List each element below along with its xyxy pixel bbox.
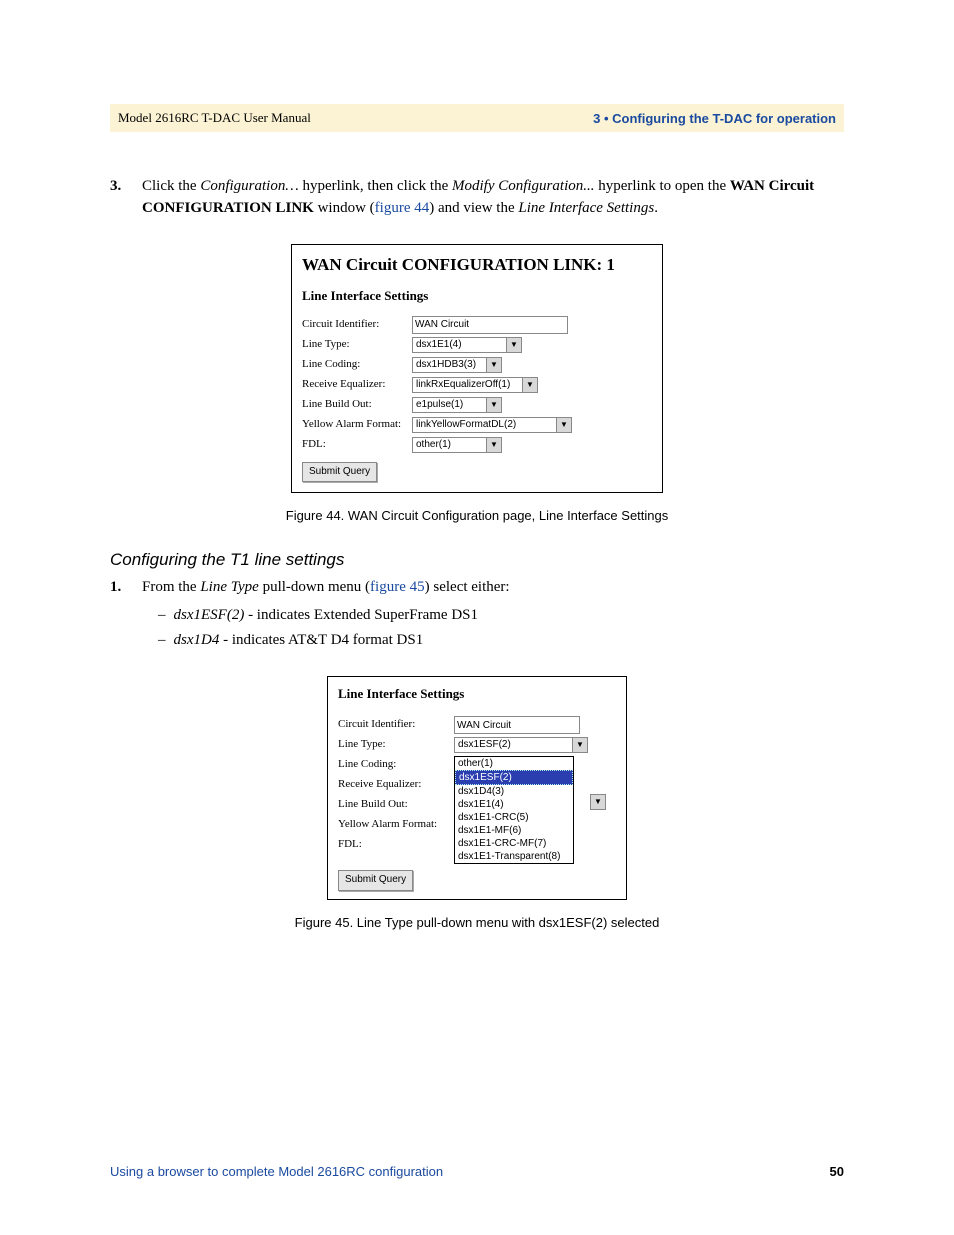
chevron-down-icon: ▼ [522, 378, 537, 392]
dropdown-option[interactable]: dsx1E1-MF(6) [455, 824, 573, 837]
chevron-down-icon: ▼ [572, 738, 587, 752]
option-term: dsx1D4 [174, 632, 220, 648]
figure-45: Line Interface Settings Circuit Identifi… [110, 676, 844, 932]
list-item: – dsx1ESF(2) - indicates Extended SuperF… [158, 605, 844, 627]
dropdown-option[interactable]: dsx1E1-CRC(5) [455, 811, 573, 824]
header-right: 3 • Configuring the T-DAC for operation [593, 111, 836, 126]
text: ) select either: [425, 579, 510, 595]
dropdown-option[interactable]: dsx1D4(3) [455, 785, 573, 798]
receive-equalizer-select[interactable]: linkRxEqualizerOff(1) ▼ [412, 377, 538, 393]
chevron-down-icon: ▼ [506, 338, 521, 352]
chevron-down-icon: ▼ [486, 358, 501, 372]
step-3: 3. Click the Configuration… hyperlink, t… [110, 176, 844, 220]
dash: – [158, 605, 166, 627]
line-type-label: Line Type: [302, 337, 412, 353]
select-value: other(1) [413, 438, 454, 453]
option-desc: - indicates AT&T D4 format DS1 [219, 632, 423, 648]
text: hyperlink, then click the [299, 178, 452, 194]
fdl-select[interactable]: other(1) ▼ [412, 437, 502, 453]
fdl-label: FDL: [302, 437, 412, 453]
dropdown-option[interactable]: dsx1E1-Transparent(8) [455, 850, 573, 863]
page-number: 50 [830, 1164, 844, 1179]
submit-query-button[interactable]: Submit Query [338, 870, 413, 891]
list-item: – dsx1D4 - indicates AT&T D4 format DS1 [158, 630, 844, 652]
select-value: dsx1HDB3(3) [413, 358, 479, 373]
figure-44-caption: Figure 44. WAN Circuit Configuration pag… [286, 507, 669, 526]
select-value: dsx1ESF(2) [455, 738, 514, 753]
t1-options-list: – dsx1ESF(2) - indicates Extended SuperF… [158, 605, 844, 653]
yellow-alarm-format-select[interactable]: linkYellowFormatDL(2) ▼ [412, 417, 572, 433]
line-coding-label: Line Coding: [302, 357, 412, 373]
select-value: e1pulse(1) [413, 398, 466, 413]
section-name: Line Interface Settings [518, 200, 654, 216]
receive-equalizer-label: Receive Equalizer: [338, 777, 448, 793]
config-hyperlink-name: Configuration… [200, 178, 298, 194]
line-build-out-select[interactable]: e1pulse(1) ▼ [412, 397, 502, 413]
step-3-text: Click the Configuration… hyperlink, then… [142, 176, 844, 220]
t1-step-1-text: From the Line Type pull-down menu (figur… [142, 577, 510, 599]
footer-left: Using a browser to complete Model 2616RC… [110, 1164, 443, 1179]
figure-45-ref[interactable]: figure 45 [370, 579, 425, 595]
config-box-subtitle: Line Interface Settings [338, 685, 618, 704]
option-desc: - indicates Extended SuperFrame DS1 [244, 607, 478, 623]
text: From the [142, 579, 200, 595]
dropdown-option[interactable]: dsx1E1-CRC-MF(7) [455, 837, 573, 850]
dropdown-option-selected[interactable]: dsx1ESF(2) [455, 770, 573, 785]
line-type-select[interactable]: dsx1ESF(2) ▼ [454, 737, 588, 753]
line-type-label: Line Type: [338, 737, 448, 753]
wan-circuit-config-box: WAN Circuit CONFIGURATION LINK: 1 Line I… [291, 244, 663, 494]
line-type-select[interactable]: dsx1E1(4) ▼ [412, 337, 522, 353]
select-value: dsx1E1(4) [413, 338, 465, 353]
circuit-id-input[interactable] [454, 716, 580, 734]
select-value: linkYellowFormatDL(2) [413, 418, 519, 433]
yellow-alarm-format-label: Yellow Alarm Format: [338, 817, 448, 833]
step-number: 1. [110, 577, 130, 599]
line-coding-select[interactable]: dsx1HDB3(3) ▼ [412, 357, 502, 373]
dropdown-option[interactable]: dsx1E1(4) [455, 798, 573, 811]
figure-44-ref[interactable]: figure 44 [375, 200, 430, 216]
config-box-title: WAN Circuit CONFIGURATION LINK: 1 [302, 253, 652, 278]
text: Click the [142, 178, 200, 194]
receive-equalizer-label: Receive Equalizer: [302, 377, 412, 393]
circuit-id-input[interactable] [412, 316, 568, 334]
chevron-down-icon: ▼ [556, 418, 571, 432]
chevron-down-icon: ▼ [486, 398, 501, 412]
line-build-out-label: Line Build Out: [338, 797, 448, 813]
page-footer: Using a browser to complete Model 2616RC… [110, 1164, 844, 1179]
submit-query-button[interactable]: Submit Query [302, 462, 377, 483]
text: window ( [314, 200, 375, 216]
line-build-out-label: Line Build Out: [302, 397, 412, 413]
text: hyperlink to open the [594, 178, 729, 194]
page-header: Model 2616RC T-DAC User Manual 3 • Confi… [110, 104, 844, 132]
figure-44: WAN Circuit CONFIGURATION LINK: 1 Line I… [110, 244, 844, 527]
circuit-id-label: Circuit Identifier: [338, 717, 448, 733]
header-left: Model 2616RC T-DAC User Manual [118, 110, 311, 126]
t1-section-heading: Configuring the T1 line settings [110, 548, 844, 573]
line-interface-settings-box: Line Interface Settings Circuit Identifi… [327, 676, 627, 899]
config-box-subtitle: Line Interface Settings [302, 287, 652, 306]
chevron-down-icon: ▼ [486, 438, 501, 452]
line-coding-label: Line Coding: [338, 757, 448, 773]
chevron-down-icon: ▼ [590, 794, 606, 810]
t1-step-1: 1. From the Line Type pull-down menu (fi… [110, 577, 844, 599]
text: pull-down menu ( [259, 579, 370, 595]
select-value: linkRxEqualizerOff(1) [413, 378, 513, 393]
step-number: 3. [110, 176, 130, 220]
dropdown-option[interactable]: other(1) [455, 757, 573, 770]
yellow-alarm-format-label: Yellow Alarm Format: [302, 417, 412, 433]
text: ) and view the [429, 200, 518, 216]
line-type-dropdown-open[interactable]: other(1) dsx1ESF(2) dsx1D4(3) dsx1E1(4) … [454, 756, 574, 864]
circuit-id-label: Circuit Identifier: [302, 317, 412, 333]
fdl-label: FDL: [338, 837, 448, 853]
text: . [654, 200, 658, 216]
dash: – [158, 630, 166, 652]
figure-45-caption: Figure 45. Line Type pull-down menu with… [295, 914, 660, 933]
modify-config-hyperlink-name: Modify Configuration... [452, 178, 595, 194]
line-type-term: Line Type [200, 579, 258, 595]
option-term: dsx1ESF(2) [174, 607, 245, 623]
